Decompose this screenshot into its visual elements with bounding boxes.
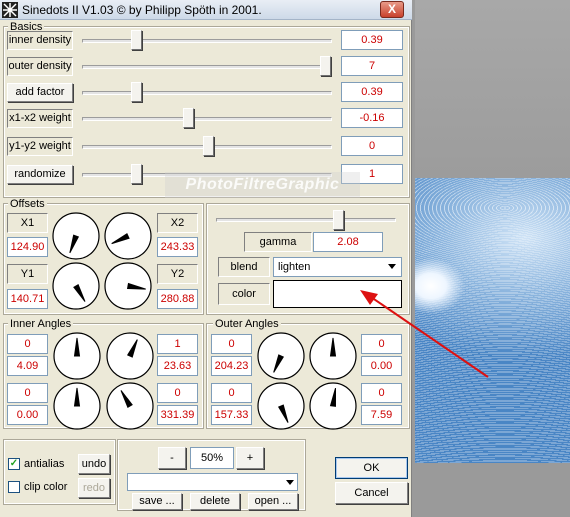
- inner-bottom-right-dial[interactable]: [106, 382, 154, 430]
- outer-top-left-a[interactable]: 0: [211, 334, 252, 354]
- basics-row-slider-thumb-5[interactable]: [131, 164, 143, 184]
- basics-row-slider-thumb-0[interactable]: [131, 30, 143, 50]
- check-icon: ✓: [9, 458, 19, 469]
- y2-label: Y2: [157, 264, 198, 284]
- basics-row-label-5[interactable]: randomize: [7, 165, 73, 184]
- preview-background: [415, 0, 570, 178]
- basics-row-value-1[interactable]: 7: [341, 56, 403, 76]
- outer-top-left-dial[interactable]: [257, 332, 305, 380]
- inner-bottom-right-a[interactable]: 0: [157, 383, 198, 403]
- offset-y1-dial[interactable]: [52, 262, 100, 310]
- inner-top-right-dial[interactable]: [106, 332, 154, 380]
- basics-row-label-4: y1-y2 weight: [7, 137, 73, 156]
- ok-button[interactable]: OK: [335, 457, 408, 479]
- basics-row-value-3[interactable]: -0.16: [341, 108, 403, 128]
- offset-x1-dial[interactable]: [52, 212, 100, 260]
- inner-bottom-left-b[interactable]: 0.00: [7, 405, 48, 425]
- basics-row-slider-thumb-4[interactable]: [202, 136, 214, 156]
- basics-row-slider-track-3[interactable]: [82, 117, 332, 121]
- basics-row-label-1: outer density: [7, 57, 73, 76]
- basics-row-value-0[interactable]: 0.39: [341, 30, 403, 50]
- basics-row-slider-track-2[interactable]: [82, 91, 332, 95]
- chevron-down-icon: [388, 264, 396, 269]
- outer-bottom-right-dial[interactable]: [309, 382, 357, 430]
- basics-row-label-0: inner density: [7, 31, 73, 50]
- basics-row-slider-track-1[interactable]: [82, 65, 332, 69]
- gamma-label: gamma: [244, 232, 312, 252]
- inner-bottom-left-dial[interactable]: [53, 382, 101, 430]
- zoom-out-button[interactable]: -: [158, 447, 186, 469]
- chevron-down-icon: [286, 480, 294, 485]
- outer-bottom-left-b[interactable]: 157.33: [211, 405, 252, 425]
- outer-bottom-right-b[interactable]: 7.59: [361, 405, 402, 425]
- y2-value[interactable]: 280.88: [157, 289, 198, 309]
- outer-bottom-right-a[interactable]: 0: [361, 383, 402, 403]
- y1-value[interactable]: 140.71: [7, 289, 48, 309]
- inner-top-left-a[interactable]: 0: [7, 334, 48, 354]
- gamma-slider-track[interactable]: [216, 218, 396, 222]
- preset-select[interactable]: [127, 473, 298, 491]
- zoom-value[interactable]: 50%: [190, 447, 234, 469]
- antialias-checkbox[interactable]: ✓: [8, 458, 20, 470]
- redo-button[interactable]: redo: [78, 478, 110, 498]
- inner-bottom-right-b[interactable]: 331.39: [157, 405, 198, 425]
- app-icon: [2, 2, 18, 18]
- x2-label: X2: [157, 213, 198, 233]
- outer-top-left-b[interactable]: 204.23: [211, 356, 252, 376]
- antialias-label: antialias: [24, 458, 65, 470]
- open-preset-button[interactable]: open ...: [248, 493, 298, 510]
- outer-angles-label: Outer Angles: [213, 318, 281, 330]
- inner-top-right-b[interactable]: 23.63: [157, 356, 198, 376]
- title-bar: Sinedots II V1.03 © by Philipp Spöth in …: [0, 0, 412, 20]
- save-preset-button[interactable]: save ...: [132, 493, 182, 510]
- offset-y2-dial[interactable]: [104, 262, 152, 310]
- delete-preset-button[interactable]: delete: [190, 493, 240, 510]
- inner-top-left-b[interactable]: 4.09: [7, 356, 48, 376]
- cancel-button[interactable]: Cancel: [335, 482, 408, 504]
- basics-row-slider-thumb-3[interactable]: [182, 108, 194, 128]
- inner-top-left-dial[interactable]: [53, 332, 101, 380]
- offset-x2-dial[interactable]: [104, 212, 152, 260]
- blend-select-value: lighten: [278, 261, 311, 273]
- zoom-in-button[interactable]: +: [236, 447, 264, 469]
- x2-value[interactable]: 243.33: [157, 237, 198, 257]
- inner-bottom-left-a[interactable]: 0: [7, 383, 48, 403]
- basics-row-label-2[interactable]: add factor: [7, 83, 73, 102]
- blend-label: blend: [218, 257, 270, 277]
- y1-label: Y1: [7, 264, 48, 284]
- x1-label: X1: [7, 213, 48, 233]
- clip-color-label: clip color: [24, 481, 68, 493]
- watermark: PhotoFiltreGraphic: [165, 172, 360, 198]
- annotation-arrow: [360, 290, 489, 378]
- outer-bottom-left-dial[interactable]: [257, 382, 305, 430]
- undo-button[interactable]: undo: [78, 454, 110, 474]
- x1-value[interactable]: 124.90: [7, 237, 48, 257]
- basics-row-value-4[interactable]: 0: [341, 136, 403, 156]
- offsets-label: Offsets: [8, 198, 47, 210]
- basics-row-slider-track-0[interactable]: [82, 39, 332, 43]
- close-button[interactable]: X: [380, 1, 404, 18]
- basics-row-slider-thumb-1[interactable]: [320, 56, 332, 76]
- inner-angles-label: Inner Angles: [8, 318, 74, 330]
- window-title: Sinedots II V1.03 © by Philipp Spöth in …: [22, 3, 262, 17]
- blend-select[interactable]: lighten: [273, 257, 402, 277]
- inner-top-right-a[interactable]: 1: [157, 334, 198, 354]
- basics-row-slider-thumb-2[interactable]: [131, 82, 143, 102]
- basics-row-label-3: x1-x2 weight: [7, 109, 73, 128]
- clip-color-checkbox[interactable]: [8, 481, 20, 493]
- outer-bottom-left-a[interactable]: 0: [211, 383, 252, 403]
- color-label: color: [218, 283, 270, 305]
- basics-row-value-2[interactable]: 0.39: [341, 82, 403, 102]
- preview-background-bottom: [415, 463, 570, 517]
- gamma-slider-thumb[interactable]: [333, 210, 345, 230]
- gamma-value[interactable]: 2.08: [313, 232, 383, 252]
